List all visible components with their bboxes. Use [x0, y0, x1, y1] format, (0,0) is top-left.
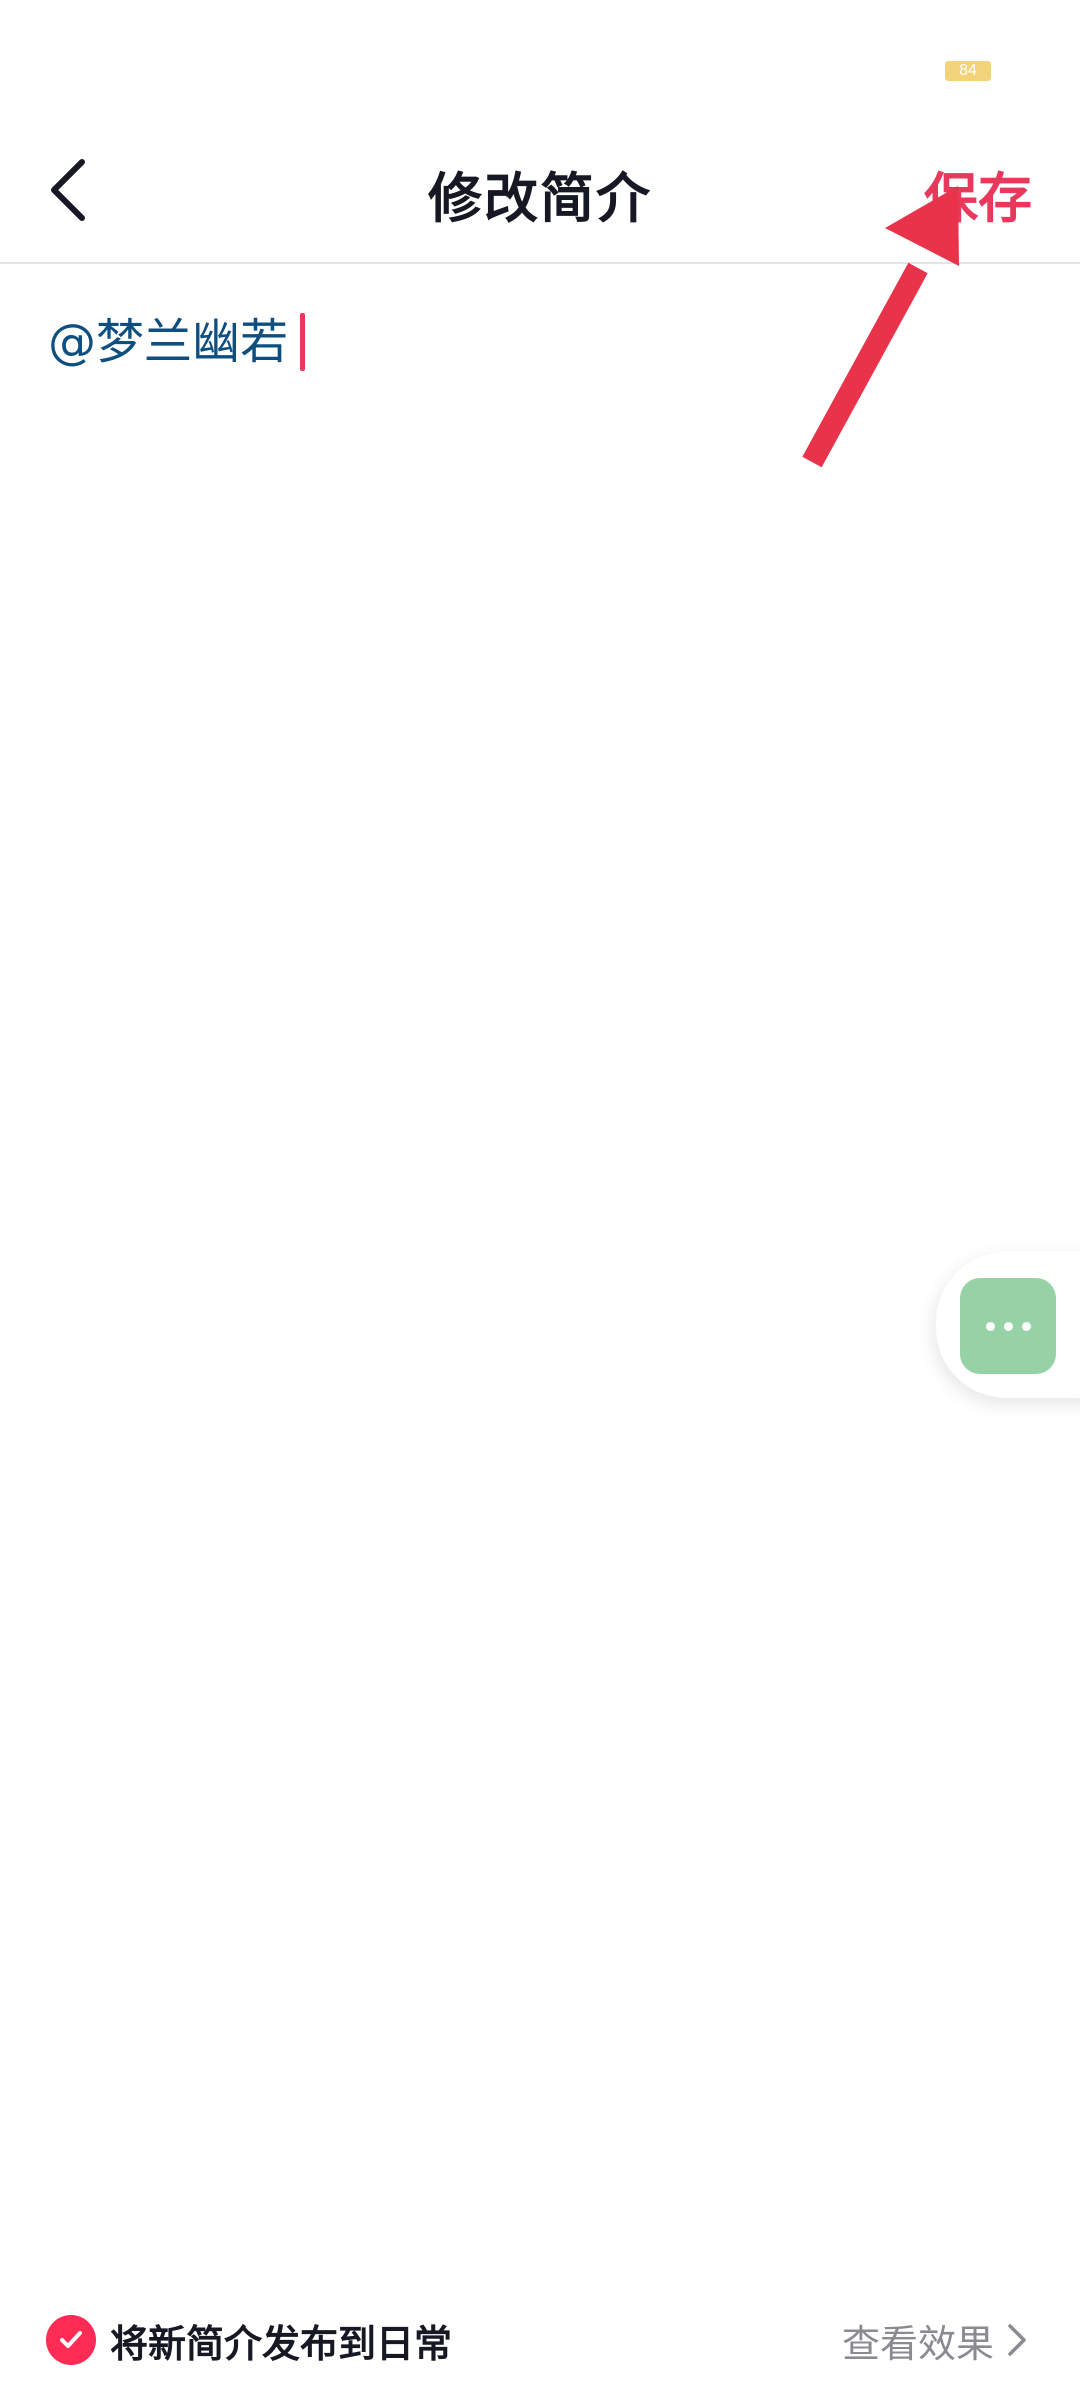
- floating-menu-button[interactable]: [960, 1278, 1056, 1374]
- floating-panel: [936, 1252, 1080, 1398]
- checkmark-icon: [46, 2315, 96, 2365]
- status-bar: 84: [0, 0, 1080, 120]
- battery-indicator: 84: [945, 61, 991, 81]
- edit-bio-screen: 84 修改简介 保存 @梦兰幽若 将新简介发布到日常 查看效果: [0, 0, 1080, 2400]
- save-button[interactable]: 保存: [924, 154, 1032, 233]
- view-effect-link[interactable]: 查看效果: [842, 2312, 1028, 2368]
- page-title: 修改简介: [428, 167, 652, 230]
- chevron-right-icon: [1008, 2324, 1026, 2356]
- bio-input[interactable]: @梦兰幽若: [48, 312, 1028, 392]
- footer-bar: 将新简介发布到日常 查看效果: [0, 2292, 1080, 2382]
- mention-text: @梦兰幽若: [48, 314, 289, 370]
- text-cursor: [300, 313, 306, 371]
- header-bar: 修改简介 保存: [0, 120, 1080, 264]
- publish-label: 将新简介发布到日常: [110, 2321, 453, 2366]
- more-dots-icon: [960, 1316, 1056, 1336]
- view-effect-label: 查看效果: [841, 2321, 994, 2366]
- publish-to-daily-checkbox[interactable]: 将新简介发布到日常: [46, 2312, 452, 2368]
